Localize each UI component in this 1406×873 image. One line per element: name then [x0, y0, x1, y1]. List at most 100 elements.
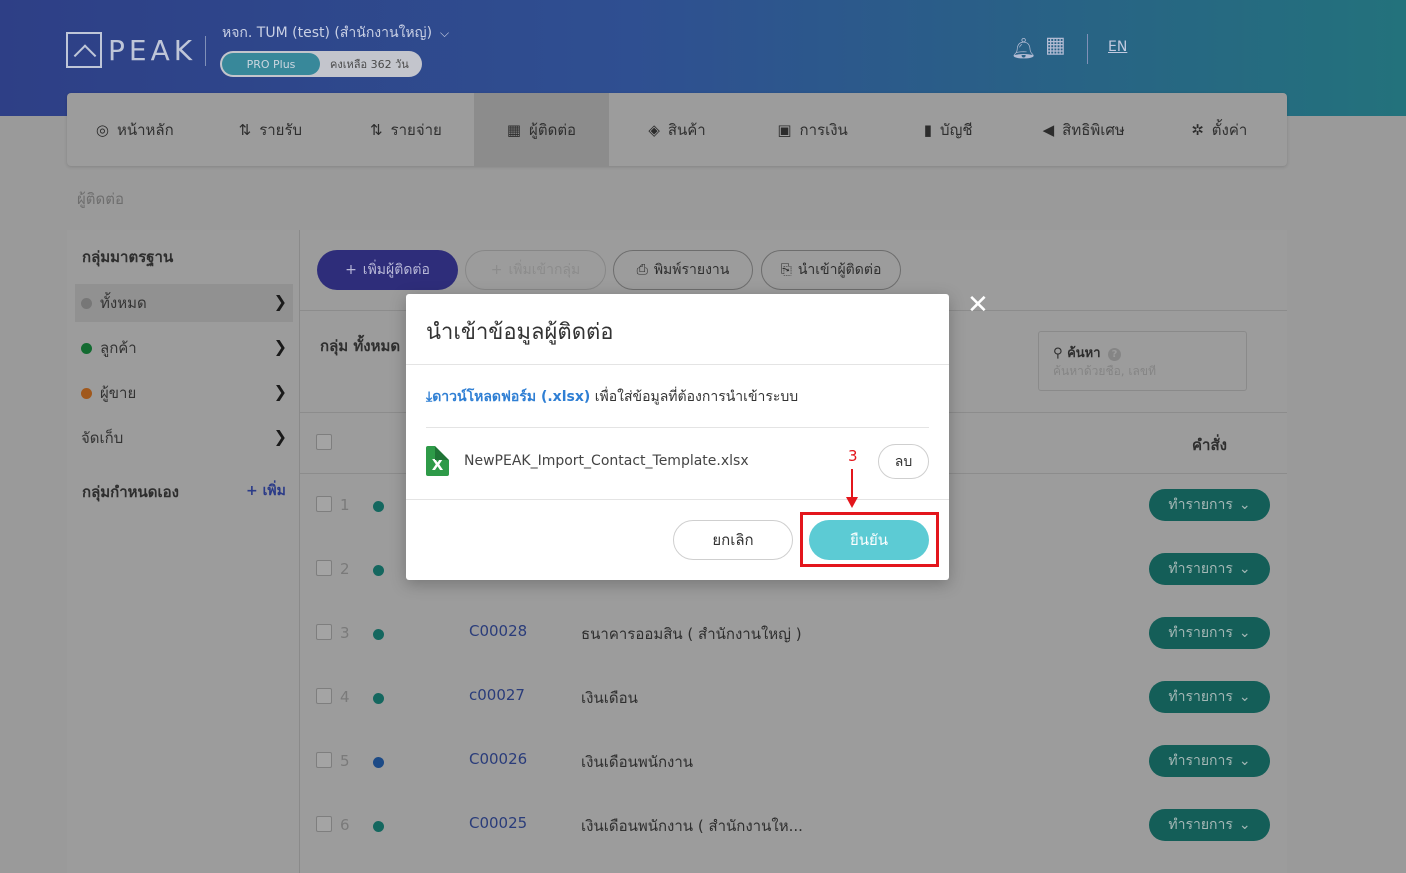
contact-code-link[interactable]: C00025 — [469, 814, 527, 832]
plus-icon: + — [490, 262, 503, 278]
print-report-button[interactable]: ⎙ พิมพ์รายงาน — [613, 250, 753, 290]
import-file-icon: ⎘ — [780, 262, 792, 278]
excel-file-icon: X — [426, 446, 449, 476]
contact-code-link[interactable]: C00028 — [469, 622, 527, 640]
custom-groups-heading: กลุ่มกำหนดเอง — [82, 483, 180, 501]
chevron-right-icon: ❯ — [273, 292, 287, 311]
sidebar-item-vendors[interactable]: ผู้ขาย ❯ — [75, 374, 293, 412]
row-checkbox[interactable] — [316, 496, 332, 512]
nav-item-8[interactable]: ✲ ตั้งค่า — [1152, 93, 1288, 166]
contacts-icon: ▦ — [506, 120, 522, 139]
action-dropdown-button[interactable]: ทำรายการ ⌄ — [1149, 617, 1270, 649]
bell-icon[interactable]: 🔔︎ — [1011, 36, 1036, 60]
income-icon: ⇅ — [238, 120, 252, 139]
apps-grid-icon[interactable]: ▦ — [1045, 33, 1066, 58]
annotation-arrow-head — [846, 497, 858, 508]
standard-groups-heading: กลุ่มมาตรฐาน — [82, 248, 174, 266]
step-number-label: 3 — [848, 447, 858, 465]
contact-code-link[interactable]: C00026 — [469, 750, 527, 768]
sidebar-item-label: จัดเก็บ — [81, 429, 124, 447]
cancel-button[interactable]: ยกเลิก — [673, 520, 793, 560]
close-icon[interactable]: ✕ — [967, 292, 989, 318]
file-divider — [426, 427, 929, 428]
table-row[interactable]: 5 C00026 เงินเดือนพนักงาน ทำรายการ ⌄ — [300, 730, 1287, 794]
contact-name: เงินเดือน — [581, 689, 638, 707]
table-row[interactable]: 3 C00028 ธนาคารออมสิน ( สำนักงานใหญ่ ) ทำรา… — [300, 602, 1287, 666]
help-icon[interactable]: ? — [1108, 348, 1122, 361]
nav-item-1[interactable]: ⇅ รายรับ — [203, 93, 339, 166]
import-contacts-label: นำเข้าผู้ติดต่อ — [797, 262, 882, 278]
nav-item-4[interactable]: ◈ สินค้า — [609, 93, 745, 166]
chevron-down-icon: ⌄ — [1238, 561, 1251, 577]
chevron-down-icon: ⌄ — [1238, 689, 1251, 705]
dashboard-icon: ◎ — [95, 120, 109, 139]
action-dropdown-button[interactable]: ทำรายการ ⌄ — [1149, 681, 1270, 713]
nav-item-3[interactable]: ▦ ผู้ติดต่อ — [473, 93, 610, 166]
add-group-link[interactable]: + เพิ่ม — [246, 480, 286, 502]
action-dropdown-button[interactable]: ทำรายการ ⌄ — [1149, 489, 1270, 521]
table-row[interactable]: 4 c00027 เงินเดือน ทำรายการ ⌄ — [300, 666, 1287, 730]
plus-icon: + — [345, 262, 357, 278]
select-all-checkbox[interactable] — [316, 434, 332, 450]
megaphone-icon: ◀ — [1042, 120, 1055, 139]
chevron-down-icon: ⌄ — [1238, 625, 1251, 641]
status-dot — [81, 297, 92, 309]
company-selector[interactable]: หจก. TUM (test) (สำนักงานใหญ่) ⌵ — [222, 22, 449, 44]
money-icon: ▣ — [777, 120, 792, 139]
row-checkbox[interactable] — [316, 624, 332, 640]
download-template-link[interactable]: ดาวน์โหลดฟอร์ม (.xlsx) — [432, 389, 590, 405]
row-checkbox[interactable] — [316, 752, 332, 768]
row-number: 3 — [340, 624, 350, 642]
nav-item-label: รายรับ — [259, 120, 303, 139]
annotation-arrow-line — [851, 469, 853, 499]
search-title: ⚲ ค้นหา ? — [1053, 342, 1122, 363]
sidebar-item-archive[interactable]: จัดเก็บ ❯ — [75, 419, 293, 457]
table-row[interactable]: 6 C00025 เงินเดือนพนักงาน ( สำนักงานให... ท… — [300, 794, 1287, 858]
row-checkbox[interactable] — [316, 560, 332, 576]
nav-item-7[interactable]: ◀ สิทธิพิเศษ — [1016, 93, 1152, 166]
status-dot — [373, 501, 384, 512]
action-dropdown-button[interactable]: ทำรายการ ⌄ — [1149, 809, 1270, 841]
row-checkbox[interactable] — [316, 816, 332, 832]
expense-icon: ⇅ — [369, 120, 383, 139]
box-icon: ◈ — [648, 120, 660, 139]
row-number: 5 — [340, 752, 350, 770]
add-to-group-button[interactable]: + เพิ่มเข้ากลุ่ม — [465, 250, 606, 290]
chevron-down-icon: ⌵ — [440, 25, 450, 40]
printer-icon: ⎙ — [636, 262, 648, 278]
sidebar-item-label: ลูกค้า — [100, 339, 137, 357]
row-number: 1 — [340, 496, 350, 514]
action-dropdown-button[interactable]: ทำรายการ ⌄ — [1149, 745, 1270, 777]
delete-file-button[interactable]: ลบ — [878, 444, 929, 479]
download-description: เพื่อใส่ข้อมูลที่ต้องการนำเข้าระบบ — [590, 389, 799, 405]
download-instruction: ⤓ดาวน์โหลดฟอร์ม (.xlsx) เพื่อใส่ข้อมูลที… — [426, 386, 798, 408]
nav-item-label: ผู้ติดต่อ — [529, 120, 577, 139]
sidebar-item-label: ผู้ขาย — [100, 384, 137, 402]
header-divider-right — [1087, 34, 1088, 64]
sidebar-item-customers[interactable]: ลูกค้า ❯ — [75, 329, 293, 367]
search-label: ค้นหา — [1067, 346, 1101, 361]
gear-icon: ✲ — [1191, 120, 1204, 139]
peak-logo[interactable]: PEAK — [66, 32, 196, 68]
contact-code-link[interactable]: c00027 — [469, 686, 525, 704]
nav-item-0[interactable]: ◎ หน้าหลัก — [67, 93, 203, 166]
action-dropdown-button[interactable]: ทำรายการ ⌄ — [1149, 553, 1270, 585]
search-box: ⚲ ค้นหา ? — [1038, 331, 1247, 391]
nav-item-5[interactable]: ▣ การเงิน — [745, 93, 881, 166]
nav-item-6[interactable]: ▮ บัญชี — [880, 93, 1016, 166]
nav-item-label: ตั้งค่า — [1211, 120, 1248, 139]
add-contact-button[interactable]: + เพิ่มผู้ติดต่อ — [317, 250, 458, 290]
import-contacts-button[interactable]: ⎘ นำเข้าผู้ติดต่อ — [761, 250, 901, 290]
action-label: ทำรายการ — [1168, 817, 1233, 833]
nav-item-label: การเงิน — [799, 120, 848, 139]
row-number: 6 — [340, 816, 350, 834]
nav-item-label: บัญชี — [940, 120, 973, 139]
action-label: ทำรายการ — [1168, 625, 1233, 641]
nav-item-label: หน้าหลัก — [116, 120, 174, 139]
language-switch[interactable]: EN — [1108, 39, 1127, 55]
contact-name: ธนาคารออมสิน ( สำนักงานใหญ่ ) — [581, 625, 802, 643]
nav-item-2[interactable]: ⇅ รายจ่าย — [338, 93, 474, 166]
row-checkbox[interactable] — [316, 688, 332, 704]
search-input[interactable] — [1053, 364, 1233, 378]
sidebar-item-all[interactable]: ทั้งหมด ❯ — [75, 284, 293, 322]
